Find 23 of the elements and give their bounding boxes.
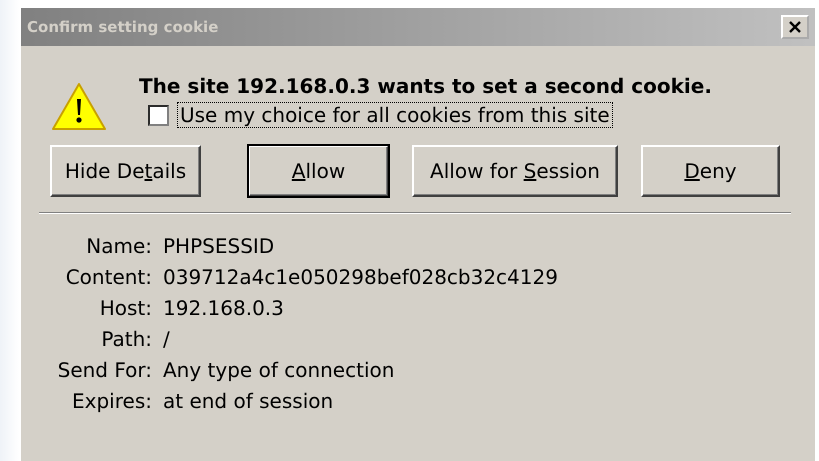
detail-value: / [163, 328, 170, 351]
warning-icon [51, 82, 107, 132]
detail-label: Send For: [56, 359, 152, 382]
detail-value: PHPSESSID [163, 235, 274, 258]
detail-value: 039712a4c1e050298bef028cb32c4129 [163, 266, 558, 289]
dialog-button[interactable]: Deny [641, 145, 780, 197]
detail-value: at end of session [163, 390, 334, 413]
checkbox[interactable] [148, 104, 169, 126]
detail-label: Path: [100, 328, 152, 351]
detail-label: Host: [98, 297, 152, 320]
detail-label: Expires: [71, 390, 152, 413]
dialog-button[interactable]: Hide Details [50, 145, 201, 197]
checkbox-label[interactable]: Use my choice for all cookies from this site [177, 102, 613, 128]
dialog-button[interactable]: Allow for Session [412, 145, 618, 197]
close-icon [788, 21, 802, 33]
detail-label: Name: [85, 235, 152, 258]
message-text: The site 192.168.0.3 wants to set a second cookie. [139, 74, 712, 98]
detail-value: Any type of connection [163, 359, 394, 382]
dialog-button[interactable]: Allow [248, 145, 389, 197]
detail-value: 192.168.0.3 [163, 297, 284, 320]
close-button[interactable] [781, 15, 809, 39]
detail-label: Content: [64, 266, 152, 289]
window-title: Confirm setting cookie [27, 18, 218, 36]
